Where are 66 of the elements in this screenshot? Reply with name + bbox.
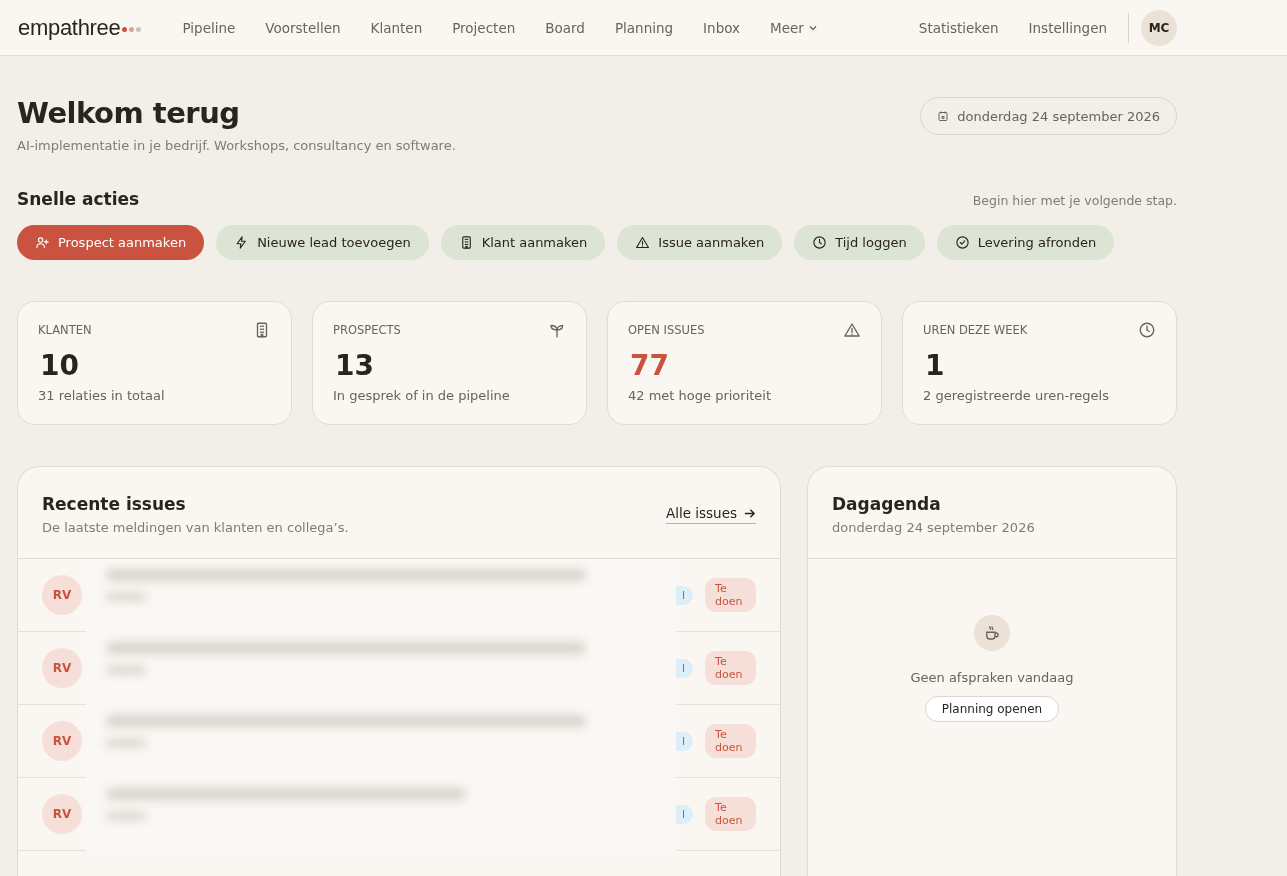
stat-value: 1 xyxy=(924,349,946,382)
all-issues-link[interactable]: Alle issues xyxy=(665,505,756,524)
initials-avatar: RV xyxy=(42,648,82,688)
issue-row[interactable]: RV l Te doen xyxy=(18,705,780,778)
stat-value: 10 xyxy=(39,349,80,382)
stat-label: PROSPECTS xyxy=(333,323,401,337)
status-badge: Te doen xyxy=(705,651,756,685)
nav-link[interactable]: Board xyxy=(530,19,600,36)
nav-link[interactable]: Projecten xyxy=(437,19,531,36)
nav-link[interactable]: Pipeline xyxy=(167,19,251,36)
section-title: Snelle acties xyxy=(17,189,140,209)
status-badge: Te doen xyxy=(705,578,756,612)
stat-value: 77 xyxy=(629,349,670,382)
empty-state-text: Geen afspraken vandaag xyxy=(910,670,1074,685)
card-title: Recente issues xyxy=(42,494,187,514)
user-avatar[interactable]: MC xyxy=(1141,9,1177,46)
user-plus-icon xyxy=(35,235,50,250)
issue-row[interactable]: RV l Te doen xyxy=(18,778,780,851)
quick-action-button[interactable]: Klant aanmaken xyxy=(440,225,606,260)
coffee-cup-icon xyxy=(983,624,1001,642)
warning-icon xyxy=(843,321,861,339)
clock-icon xyxy=(1138,321,1156,339)
nav-more-menu[interactable]: Meer xyxy=(755,19,833,36)
clock-icon xyxy=(812,235,828,250)
quick-action-button[interactable]: Nieuwe lead toevoegen xyxy=(216,225,429,260)
stat-note: In gesprek of in de pipeline xyxy=(333,388,511,403)
check-circle-icon xyxy=(954,235,970,250)
stat-label: UREN DEZE WEEK xyxy=(923,323,1028,337)
card-subtitle: donderdag 24 september 2026 xyxy=(832,520,1035,535)
card-title: Dagagenda xyxy=(832,494,942,514)
issue-row[interactable]: RV l Te doen xyxy=(18,632,780,705)
initials-avatar: RV xyxy=(42,721,82,761)
stat-label: OPEN ISSUES xyxy=(628,323,705,337)
quick-action-button[interactable]: Tijd loggen xyxy=(794,225,925,260)
open-planning-button[interactable]: Planning openen xyxy=(924,696,1060,722)
nav-link[interactable]: Planning xyxy=(599,19,689,36)
initials-avatar: RV xyxy=(42,794,82,834)
type-badge: l xyxy=(676,731,694,751)
quick-action-button[interactable]: Levering afronden xyxy=(936,225,1115,260)
stat-note: 31 relaties in totaal xyxy=(38,388,166,403)
quick-action-button[interactable]: Issue aanmaken xyxy=(617,225,783,260)
page-subtitle: AI-implementatie in je bedrijf. Workshops, consultancy en software. xyxy=(17,138,456,153)
issue-row[interactable]: RV l Te doen xyxy=(18,559,780,632)
card-subtitle: De laatste meldingen van klanten en collega’s. xyxy=(42,520,349,535)
type-badge: l xyxy=(676,658,694,678)
initials-avatar: RV xyxy=(42,575,82,615)
calendar-icon xyxy=(937,110,950,122)
status-badge: Te doen xyxy=(705,724,756,758)
stat-note: 2 geregistreerde uren-regels xyxy=(923,388,1110,403)
logo-text[interactable]: empathree xyxy=(18,14,121,41)
nav-link[interactable]: Voorstellen xyxy=(250,19,356,36)
nav-link[interactable]: Instellingen xyxy=(1013,19,1122,36)
section-hint: Begin hier met je volgende stap. xyxy=(972,193,1177,208)
page-title: Welkom terug xyxy=(17,96,241,130)
stat-label: KLANTEN xyxy=(38,323,92,337)
logo-dots-icon xyxy=(122,26,142,32)
stat-value: 13 xyxy=(334,349,375,382)
nav-link[interactable]: Statistieken xyxy=(903,19,1014,36)
stat-note: 42 met hoge prioriteit xyxy=(628,388,773,403)
nav-link[interactable]: Inbox xyxy=(688,19,756,36)
quick-action-button[interactable]: Prospect aanmaken xyxy=(17,225,205,260)
type-badge: l xyxy=(676,804,694,824)
type-badge: l xyxy=(676,585,694,605)
warning-icon xyxy=(635,235,651,250)
nav-link[interactable]: Klanten xyxy=(355,19,438,36)
status-badge: Te doen xyxy=(705,797,756,831)
